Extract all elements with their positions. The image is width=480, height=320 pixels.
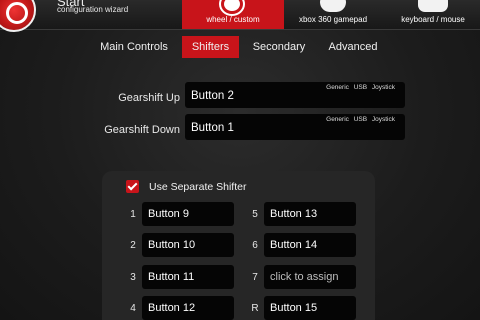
gear-reverse-field[interactable]: Button 15 xyxy=(264,296,356,320)
gearshift-down-value: Button 1 xyxy=(191,122,234,134)
gear-1-field[interactable]: Button 9 xyxy=(142,202,234,226)
app-subtitle: configuration wizard xyxy=(57,5,129,14)
gear-number: R xyxy=(251,303,259,314)
gear-number: 6 xyxy=(252,240,258,251)
gearshift-up-label: Gearshift Up xyxy=(118,92,180,104)
device-tab-label: wheel / custom xyxy=(206,15,260,24)
gear-2-value: Button 10 xyxy=(148,239,196,251)
gear-2-field[interactable]: Button 10 xyxy=(142,233,234,257)
keyboard-icon xyxy=(418,0,448,12)
sub-tab-bar: Main Controls Shifters Secondary Advance… xyxy=(0,30,480,60)
gear-4-value: Button 12 xyxy=(148,302,196,314)
gearshift-up-device: Generic USB Joystick xyxy=(326,84,395,91)
app-header: Start configuration wizard wheel / custo… xyxy=(0,0,480,32)
gear-6-field[interactable]: Button 14 xyxy=(264,233,356,257)
gear-number: 5 xyxy=(252,209,258,220)
gear-number: 1 xyxy=(130,209,136,220)
gamepad-icon xyxy=(320,0,346,12)
gear-4-field[interactable]: Button 12 xyxy=(142,296,234,320)
tab-main-controls[interactable]: Main Controls xyxy=(94,36,174,58)
gear-number: 3 xyxy=(130,272,136,283)
device-tab-keyboard[interactable]: keyboard / mouse xyxy=(388,0,478,29)
device-tab-label: xbox 360 gamepad xyxy=(298,15,368,24)
gearshift-up-value: Button 2 xyxy=(191,90,234,102)
gear-7-value: click to assign xyxy=(270,271,339,283)
gear-3-value: Button 11 xyxy=(148,271,195,283)
gearshift-up-field[interactable]: Button 2 Generic USB Joystick xyxy=(185,82,405,108)
gearshift-down-device: Generic USB Joystick xyxy=(326,116,395,123)
gear-5-value: Button 13 xyxy=(270,208,318,220)
device-tab-wheel[interactable]: wheel / custom xyxy=(182,0,284,29)
tab-secondary[interactable]: Secondary xyxy=(247,36,311,58)
separate-shifter-checkbox[interactable] xyxy=(126,180,139,193)
gear-7-field[interactable]: click to assign xyxy=(264,265,356,289)
gear-number: 7 xyxy=(252,272,258,283)
gear-number: 2 xyxy=(130,240,136,251)
steering-wheel-icon xyxy=(221,0,243,14)
gear-number: 4 xyxy=(130,303,136,314)
separate-shifter-label: Use Separate Shifter xyxy=(149,181,247,193)
gearshift-down-field[interactable]: Button 1 Generic USB Joystick xyxy=(185,114,405,140)
gearshift-down-label: Gearshift Down xyxy=(104,124,180,136)
device-tab-xbox[interactable]: xbox 360 gamepad xyxy=(288,0,378,29)
gear-1-value: Button 9 xyxy=(148,208,189,220)
gear-reverse-value: Button 15 xyxy=(270,302,318,314)
device-tab-label: keyboard / mouse xyxy=(401,15,465,24)
gear-3-field[interactable]: Button 11 xyxy=(142,265,234,289)
tab-shifters[interactable]: Shifters xyxy=(182,36,239,58)
gear-6-value: Button 14 xyxy=(270,239,318,251)
gear-5-field[interactable]: Button 13 xyxy=(264,202,356,226)
app-logo-icon xyxy=(0,0,36,32)
tab-advanced[interactable]: Advanced xyxy=(320,36,386,58)
